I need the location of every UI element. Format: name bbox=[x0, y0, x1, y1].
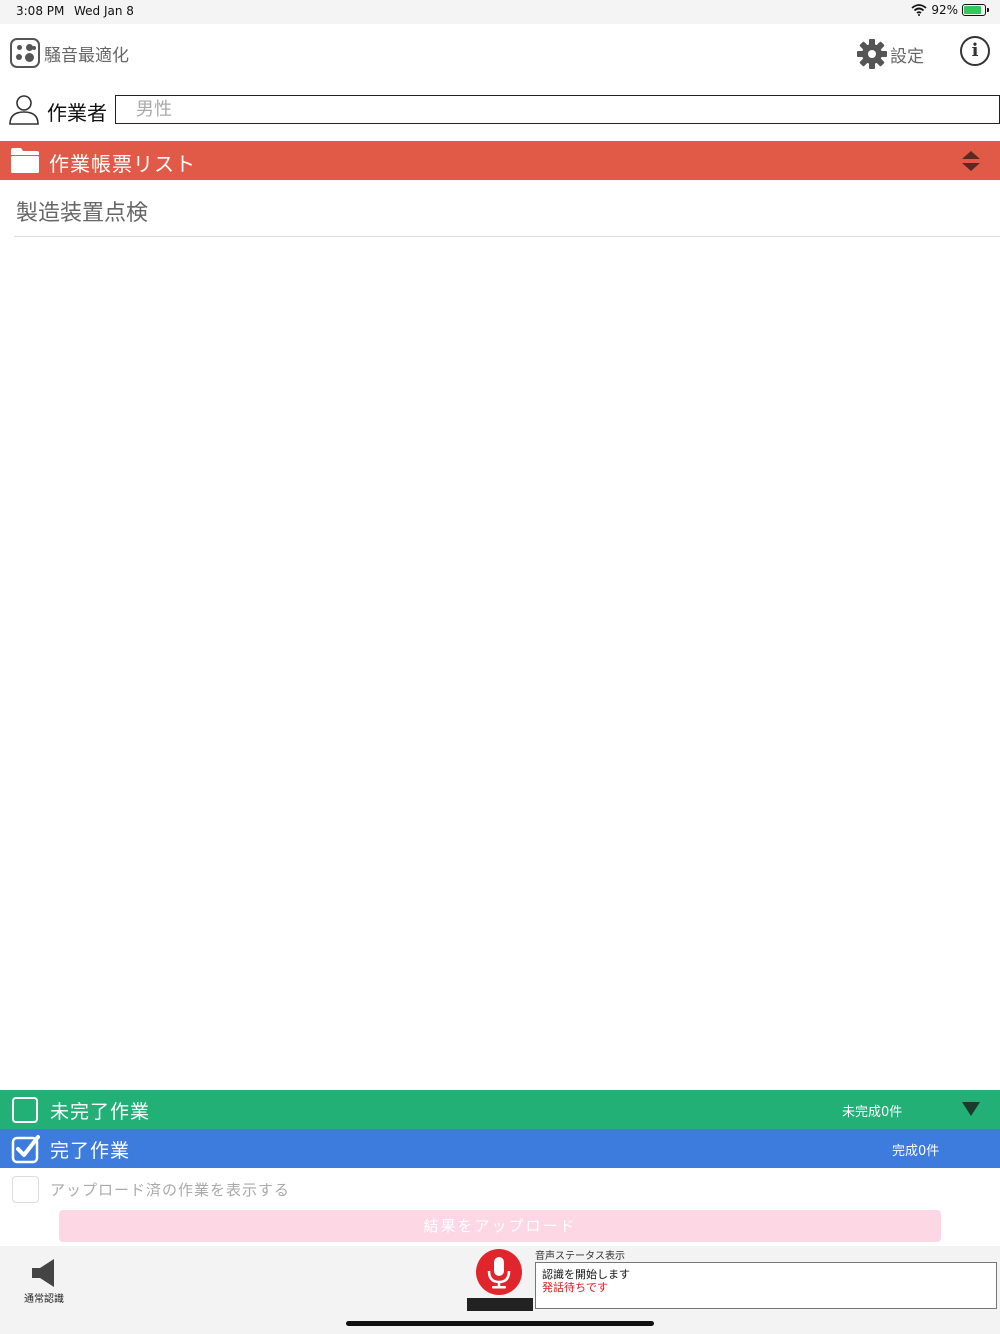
bottom-toolbar: 通常認識 音声ステータス表示 認識を開始します 発話待ちです bbox=[0, 1246, 1000, 1334]
status-date: Wed Jan 8 bbox=[74, 4, 134, 18]
battery-icon bbox=[962, 4, 989, 16]
list-item[interactable]: 製造装置点検 bbox=[14, 180, 1000, 237]
form-list-title: 作業帳票リスト bbox=[49, 152, 196, 176]
complete-tasks-bar[interactable]: 完了作業 完成0件 bbox=[0, 1129, 1000, 1168]
incomplete-checkbox-icon bbox=[12, 1097, 38, 1123]
info-button[interactable]: i bbox=[960, 36, 990, 66]
sort-icon[interactable] bbox=[961, 150, 981, 172]
form-list: 製造装置点検 bbox=[0, 180, 1000, 1090]
form-list-header: 作業帳票リスト bbox=[0, 141, 1000, 180]
noise-optimize-icon bbox=[10, 38, 40, 68]
incomplete-tasks-label: 未完了作業 bbox=[50, 1101, 151, 1123]
worker-label: 作業者 bbox=[47, 101, 107, 125]
show-uploaded-checkbox[interactable] bbox=[12, 1176, 39, 1203]
speaker-icon bbox=[32, 1259, 54, 1287]
settings-label: 設定 bbox=[890, 46, 924, 67]
chevron-down-icon[interactable] bbox=[962, 1102, 980, 1116]
microphone-button[interactable] bbox=[476, 1249, 522, 1295]
incomplete-count: 未完成0件 bbox=[842, 1105, 903, 1120]
status-bar: 3:08 PM Wed Jan 8 92% bbox=[0, 0, 1000, 24]
mic-level-bar bbox=[467, 1298, 533, 1311]
recognition-mode-label: 通常認識 bbox=[24, 1294, 64, 1305]
settings-button[interactable]: 設定 bbox=[856, 38, 924, 70]
upload-results-button[interactable]: 結果をアップロード bbox=[59, 1210, 941, 1242]
voice-status-line2: 発話待ちです bbox=[542, 1281, 608, 1294]
noise-optimize-button[interactable]: 騒音最適化 bbox=[10, 38, 129, 68]
microphone-icon bbox=[487, 1257, 511, 1289]
battery-percent: 92% bbox=[931, 3, 958, 17]
show-uploaded-label: アップロード済の作業を表示する bbox=[50, 1181, 291, 1199]
home-indicator bbox=[346, 1321, 654, 1326]
worker-input[interactable] bbox=[115, 95, 1000, 124]
voice-status-box: 認識を開始します 発話待ちです bbox=[535, 1262, 997, 1309]
show-uploaded-toggle[interactable]: アップロード済の作業を表示する bbox=[12, 1176, 290, 1203]
gear-icon bbox=[857, 39, 887, 69]
incomplete-tasks-bar[interactable]: 未完了作業 未完成0件 bbox=[0, 1090, 1000, 1129]
person-icon bbox=[9, 95, 39, 125]
status-right: 92% bbox=[911, 3, 989, 17]
folder-icon bbox=[11, 148, 39, 173]
noise-optimize-label: 騒音最適化 bbox=[44, 45, 129, 66]
wifi-icon bbox=[911, 4, 927, 16]
complete-tasks-label: 完了作業 bbox=[50, 1140, 131, 1162]
checked-checkbox-icon bbox=[11, 1135, 40, 1164]
complete-count: 完成0件 bbox=[892, 1144, 940, 1159]
recognition-mode-button[interactable]: 通常認識 bbox=[18, 1258, 70, 1305]
status-time: 3:08 PM bbox=[16, 4, 65, 18]
voice-status-title: 音声ステータス表示 bbox=[535, 1251, 625, 1262]
